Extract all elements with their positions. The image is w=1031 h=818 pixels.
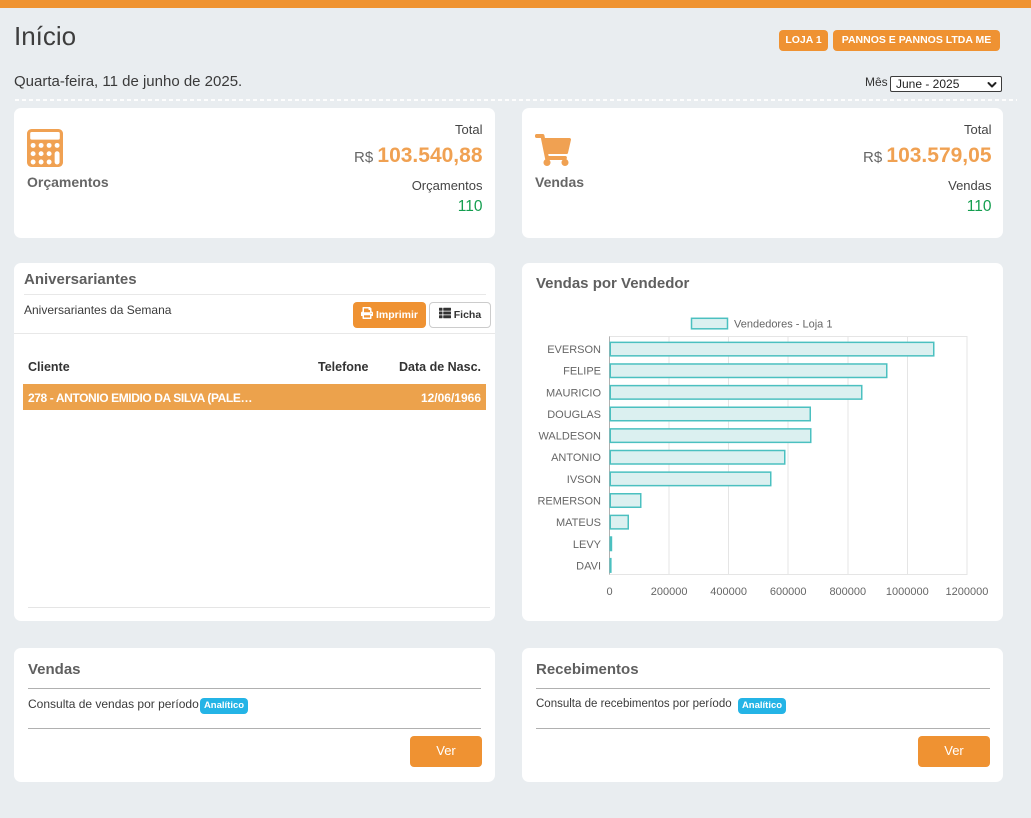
svg-text:ANTONIO: ANTONIO [551, 452, 601, 464]
svg-text:1000000: 1000000 [886, 586, 929, 598]
svg-text:1200000: 1200000 [945, 586, 988, 598]
svg-text:400000: 400000 [710, 586, 747, 598]
svg-text:FELIPE: FELIPE [563, 366, 601, 378]
svg-text:Vendedores - Loja 1: Vendedores - Loja 1 [734, 319, 832, 331]
svg-text:600000: 600000 [770, 586, 807, 598]
svg-text:DAVI: DAVI [576, 560, 601, 572]
svg-text:0: 0 [606, 586, 612, 598]
svg-text:LEVY: LEVY [573, 539, 602, 551]
svg-text:REMERSON: REMERSON [537, 496, 601, 508]
svg-text:DOUGLAS: DOUGLAS [547, 409, 601, 421]
svg-text:MAURICIO: MAURICIO [546, 387, 601, 399]
svg-text:WALDESON: WALDESON [538, 431, 601, 443]
svg-text:200000: 200000 [651, 586, 688, 598]
svg-text:800000: 800000 [829, 586, 866, 598]
svg-text:EVERSON: EVERSON [547, 344, 601, 356]
svg-text:IVSON: IVSON [567, 474, 601, 486]
svg-text:MATEUS: MATEUS [556, 517, 601, 529]
